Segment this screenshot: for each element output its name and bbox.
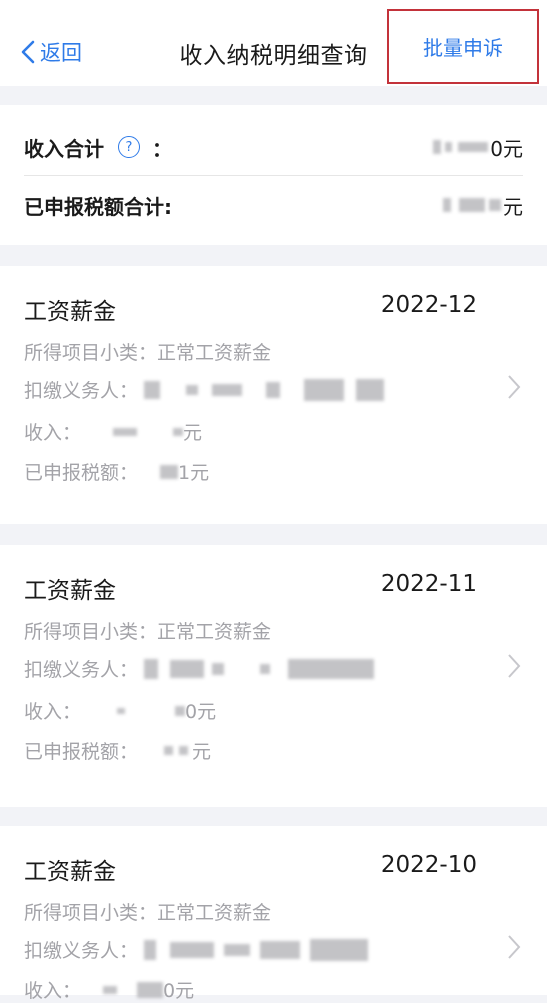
record-item-line: 所得项目小类： 正常工资薪金	[24, 338, 271, 365]
record-category: 工资薪金	[24, 859, 116, 885]
record-tax-suffix: 元	[192, 741, 212, 763]
chevron-right-icon	[508, 375, 521, 399]
record-income-suffix: 0元	[185, 701, 217, 723]
record-item-line: 所得项目小类： 正常工资薪金	[24, 617, 271, 644]
record-card[interactable]: 工资薪金 2022-10 所得项目小类： 正常工资薪金 扣缴义务人： 收入： 0…	[0, 826, 547, 1002]
record-tax-line: 已申报税额： 1元	[24, 458, 209, 485]
record-income-line: 收入： 0元	[24, 697, 216, 724]
record-tax-label: 已申报税额：	[24, 462, 139, 484]
record-withholder-line: 扣缴义务人：	[24, 376, 385, 403]
nav-bar: 返回 收入纳税明细查询 批量申诉	[0, 0, 547, 86]
record-withholder-line: 扣缴义务人：	[24, 655, 375, 682]
chevron-right-icon	[508, 935, 521, 959]
record-withholder-label: 扣缴义务人：	[24, 659, 139, 681]
income-total-suffix: 0元	[490, 136, 523, 161]
record-income-suffix: 0元	[163, 980, 195, 1002]
record-tax-line: 已申报税额： 元	[24, 737, 211, 764]
tax-total-value: 元	[443, 191, 523, 220]
income-total-value: 0元	[433, 133, 523, 162]
record-income-line: 收入： 元	[24, 418, 202, 445]
record-card[interactable]: 工资薪金 2022-12 所得项目小类： 正常工资薪金 扣缴义务人： 收入： 元…	[0, 266, 547, 524]
question-circle-icon[interactable]: ?	[118, 136, 140, 158]
record-income-suffix: 元	[183, 422, 203, 444]
record-tax-label: 已申报税额：	[24, 741, 139, 763]
batch-appeal-label: 批量申诉	[423, 36, 503, 60]
record-item-value: 正常工资薪金	[157, 621, 272, 643]
record-category: 工资薪金	[24, 299, 116, 325]
batch-appeal-button[interactable]: 批量申诉	[387, 9, 539, 84]
record-period: 2022-11	[380, 571, 477, 597]
chevron-right-icon	[508, 654, 521, 678]
record-item-label: 所得项目小类：	[24, 621, 158, 643]
record-withholder-label: 扣缴义务人：	[24, 380, 139, 402]
record-income-label: 收入：	[24, 980, 82, 1002]
record-item-line: 所得项目小类： 正常工资薪金	[24, 898, 271, 925]
record-card[interactable]: 工资薪金 2022-11 所得项目小类： 正常工资薪金 扣缴义务人： 收入： 0…	[0, 545, 547, 807]
tax-total-row: 已申报税额合计: 元	[24, 177, 523, 233]
summary-card: 收入合计 ? ： 0元 已申报税额合计: 元	[0, 105, 547, 245]
record-item-value: 正常工资薪金	[157, 342, 272, 364]
record-income-line: 收入： 0元	[24, 976, 194, 1003]
record-period: 2022-12	[380, 292, 477, 318]
record-item-label: 所得项目小类：	[24, 342, 158, 364]
record-withholder-line: 扣缴义务人：	[24, 936, 369, 963]
record-item-label: 所得项目小类：	[24, 902, 158, 924]
income-total-row: 收入合计 ? ： 0元	[24, 119, 523, 176]
record-category: 工资薪金	[24, 578, 116, 604]
record-item-value: 正常工资薪金	[157, 902, 272, 924]
tax-total-label: 已申报税额合计:	[24, 194, 172, 219]
record-period: 2022-10	[380, 852, 477, 878]
income-total-colon: ：	[152, 136, 172, 161]
record-income-label: 收入：	[24, 422, 82, 444]
record-tax-suffix: 1元	[178, 462, 210, 484]
record-income-label: 收入：	[24, 701, 82, 723]
record-withholder-label: 扣缴义务人：	[24, 940, 139, 962]
tax-total-suffix: 元	[503, 194, 523, 219]
income-total-label: 收入合计	[24, 136, 104, 161]
